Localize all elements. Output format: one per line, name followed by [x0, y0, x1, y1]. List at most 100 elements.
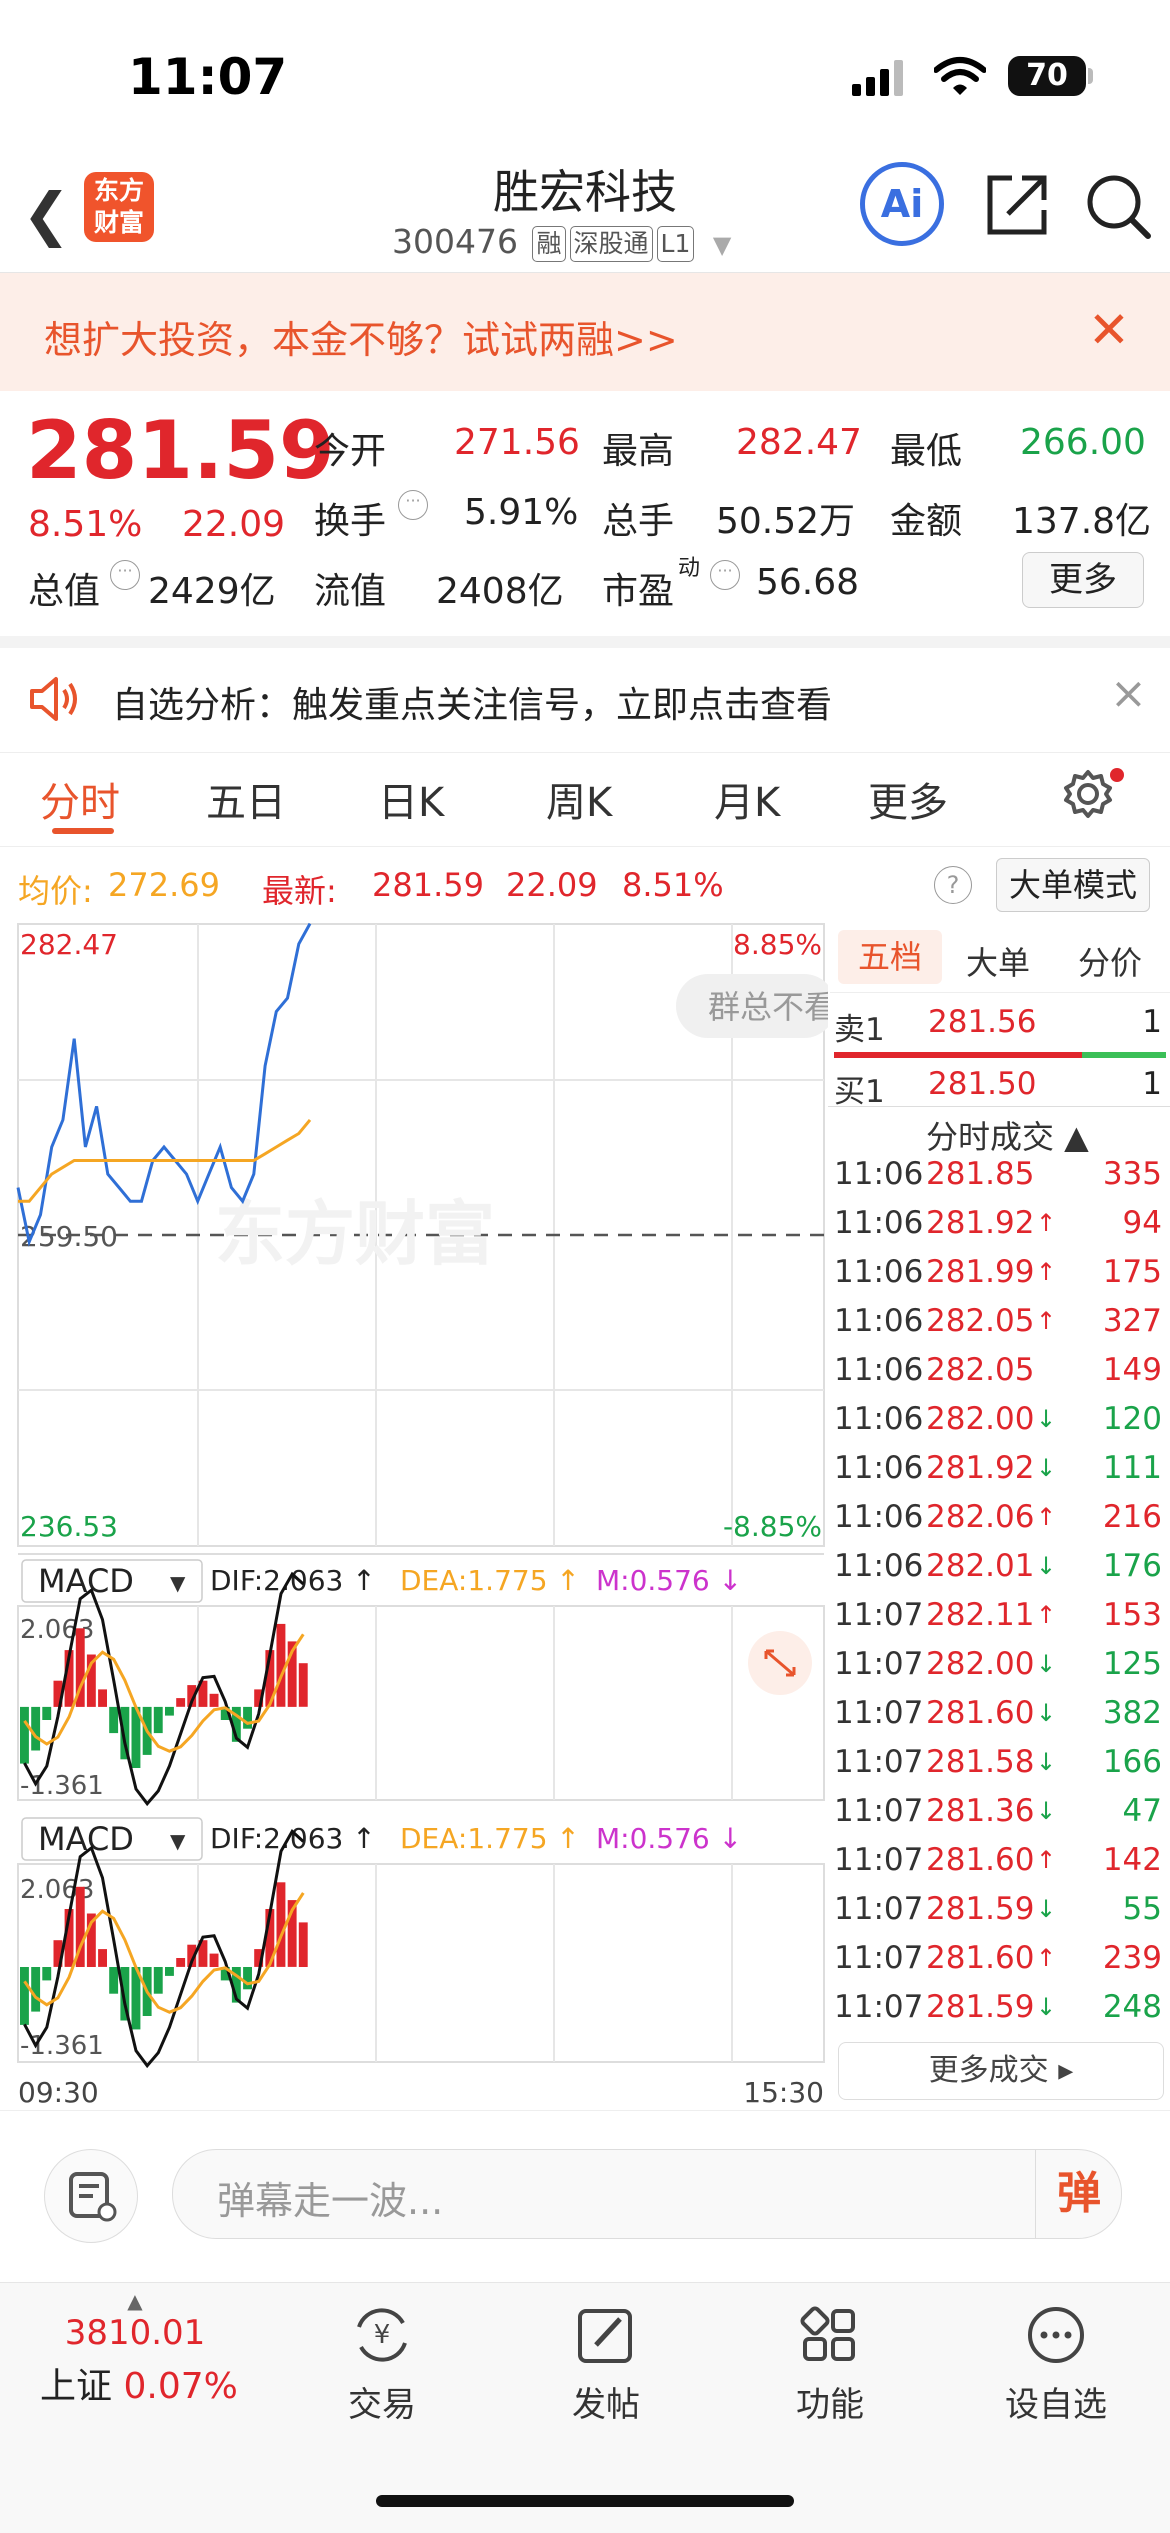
trade-row: 11:07 281.60 ↓ 382 [828, 1695, 1168, 1744]
dif-value: DIF:2.063 ↑ [210, 1564, 376, 1597]
trade-time: 11:07 [834, 1842, 924, 1878]
promo-text[interactable]: 想扩大投资，本金不够？试试两融>> [44, 309, 678, 364]
info-dots-icon[interactable]: ··· [398, 490, 428, 520]
macd-low-label-2: -1.361 [20, 2031, 104, 2061]
nav-functions[interactable]: 功能 [760, 2305, 900, 2426]
index-ticker[interactable]: ▲ 3810.01 上证 0.07% [40, 2289, 238, 2409]
trade-time: 11:06 [834, 1303, 924, 1339]
more-quote-button[interactable]: 更多 [1022, 552, 1144, 608]
info-dots-icon[interactable]: ··· [710, 560, 740, 590]
trade-volume: 47 [1122, 1793, 1162, 1829]
macd-bar [20, 1706, 29, 1764]
intraday-chart[interactable]: 东方财富 282.47 259.50 236.53 8.85% -8.85% 群… [0, 918, 828, 2112]
trade-row: 11:07 282.00 ↓ 125 [828, 1646, 1168, 1695]
trade-direction-icon: ↑ [1036, 1503, 1057, 1531]
trade-price: 281.59 [926, 1989, 1035, 2025]
macd-panel-1 [20, 1571, 308, 1807]
trade-row: 11:06 281.85 335 [828, 1156, 1168, 1205]
close-icon[interactable]: × [1110, 668, 1147, 719]
trade-row: 11:06 282.05 149 [828, 1352, 1168, 1401]
stock-header: ❮ 东方 财富 胜宏科技 300476 融深股通 L1 ▼ Ai [0, 150, 1170, 273]
trade-row: 11:07 281.58 ↓ 166 [828, 1744, 1168, 1793]
macd-bar [109, 1967, 119, 1994]
more-trades-button[interactable]: 更多成交 ▸ [838, 2042, 1164, 2100]
danmaku-input[interactable]: 弹幕走一波... 弹 [172, 2149, 1122, 2239]
trade-row: 11:07 281.59 ↓ 55 [828, 1891, 1168, 1940]
ai-button[interactable]: Ai [860, 162, 944, 246]
price-high-label: 282.47 [20, 928, 118, 961]
group-tip-text: 群总不看 [708, 988, 828, 1026]
trade-time: 11:06 [834, 1499, 924, 1535]
trade-volume: 142 [1102, 1842, 1162, 1878]
trade-direction-icon: ↑ [1036, 1209, 1057, 1237]
open-value: 271.56 [454, 422, 580, 463]
analysis-text[interactable]: 自选分析：触发重点关注信号，立即点击查看 [112, 676, 832, 728]
home-indicator [376, 2495, 794, 2507]
trade-price: 282.06 [926, 1499, 1035, 1535]
danmaku-toggle-button[interactable]: 弹 [1035, 2150, 1122, 2238]
trade-price: 282.00 [926, 1401, 1035, 1437]
nav-add-watchlist-label: 设自选 [1005, 2385, 1107, 2425]
compose-icon [578, 2309, 632, 2363]
trade-volume: 335 [1102, 1156, 1162, 1192]
time-end-label: 15:30 [743, 2076, 824, 2109]
settings-gear-icon[interactable] [1060, 766, 1116, 822]
trade-row: 11:07 281.59 ↓ 248 [828, 1989, 1168, 2038]
high-value: 282.47 [736, 422, 862, 463]
nav-add-watchlist[interactable]: 设自选 [986, 2305, 1126, 2426]
m-value-2: M:0.576 ↓ [596, 1822, 742, 1855]
stock-code-row[interactable]: 300476 融深股通 L1 ▼ [392, 222, 731, 262]
pe-label: 市盈 [602, 571, 675, 612]
latest-percent: 8.51% [622, 866, 724, 904]
tab-price-distribution[interactable]: 分价 [1078, 938, 1142, 984]
info-dots-icon[interactable]: ··· [110, 560, 140, 590]
open-label: 今开 [314, 431, 387, 472]
dropdown-caret-icon[interactable]: ▼ [713, 231, 731, 259]
notes-settings-icon[interactable] [44, 2149, 138, 2243]
index-value: 3810.01 [64, 2313, 206, 2353]
tab-weekly-k[interactable]: 周K [546, 770, 612, 828]
nav-post[interactable]: 发帖 [536, 2305, 676, 2426]
trade-price: 281.58 [926, 1744, 1035, 1780]
trade-price: 281.85 [926, 1156, 1035, 1192]
trade-time: 11:07 [834, 1940, 924, 1976]
trade-price: 281.92 [926, 1450, 1035, 1486]
help-icon[interactable]: ? [934, 866, 972, 904]
trade-direction-icon: ↑ [1036, 1846, 1057, 1874]
margin-promo-banner[interactable]: 想扩大投资，本金不够？试试两融>> ✕ [0, 273, 1170, 391]
nav-trade[interactable]: ¥ 交易 [312, 2305, 452, 2426]
trade-time: 11:07 [834, 1891, 924, 1927]
close-icon[interactable]: ✕ [1088, 301, 1130, 359]
cellular-signal-icon [852, 60, 903, 96]
amount-label: 金额 [890, 501, 963, 542]
big-order-mode-button[interactable]: 大单模式 [996, 858, 1150, 912]
svg-text:¥: ¥ [374, 2320, 391, 2350]
search-icon[interactable] [1082, 170, 1154, 242]
trade-row: 11:06 281.99 ↑ 175 [828, 1254, 1168, 1303]
analysis-bar[interactable]: 自选分析：触发重点关注信号，立即点击查看 × [0, 636, 1170, 753]
trade-time: 11:07 [834, 1989, 924, 2025]
status-time: 11:07 [128, 48, 288, 106]
tab-big-orders[interactable]: 大单 [966, 938, 1030, 984]
sell-1-price: 281.56 [928, 1004, 1037, 1040]
trade-list: 11:06 281.85 335 11:06 281.92 ↑ 94 11:06 281.99 ↑… [828, 1156, 1170, 2036]
tab-five-day[interactable]: 五日 [206, 770, 286, 828]
trade-volume: 125 [1102, 1646, 1162, 1682]
share-icon[interactable] [982, 170, 1052, 240]
tab-monthly-k[interactable]: 月K [714, 770, 780, 828]
index-percent: 0.07% [123, 2366, 238, 2407]
buy-1-row: 买1 281.50 1 [828, 1066, 1168, 1115]
tab-daily-k[interactable]: 日K [378, 770, 444, 828]
trade-volume: 239 [1102, 1940, 1162, 1976]
tab-five-levels[interactable]: 五档 [838, 930, 942, 984]
trade-time: 11:06 [834, 1450, 924, 1486]
trade-yen-icon: ¥ [357, 2308, 407, 2362]
trade-volume: 327 [1102, 1303, 1162, 1339]
tab-intraday[interactable]: 分时 [40, 770, 120, 828]
trades-title[interactable]: 分时成交 ▲ [926, 1112, 1089, 1158]
wifi-icon [934, 57, 986, 95]
trade-time: 11:06 [834, 1205, 924, 1241]
macd-bar [209, 1953, 219, 1967]
tab-more[interactable]: 更多 [868, 770, 948, 828]
dea-value-2: DEA:1.775 ↑ [400, 1822, 580, 1855]
